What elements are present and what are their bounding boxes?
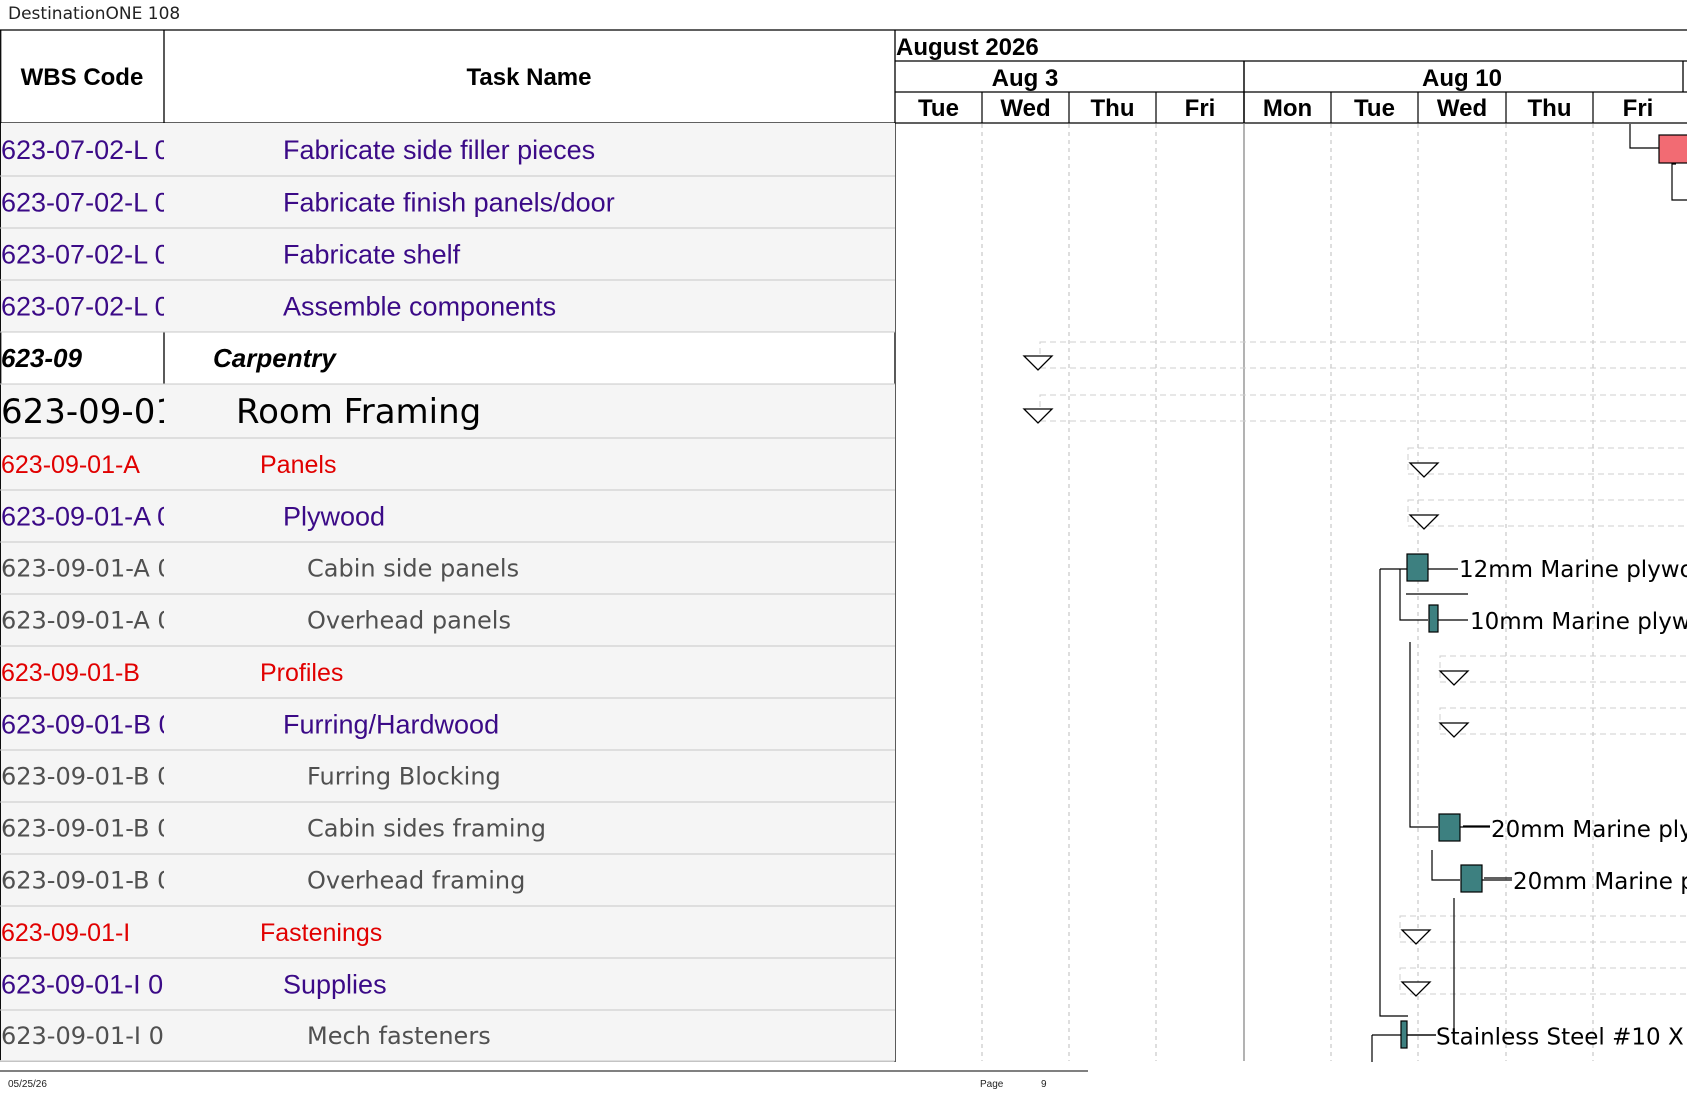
footer-page-number: 9	[1041, 1079, 1047, 1090]
summary-outline	[1439, 707, 1687, 735]
task-bar	[1460, 864, 1483, 893]
wbs-code-cell[interactable]: 623-09-01-A	[1, 451, 140, 479]
task-name-cell[interactable]: Assemble components	[283, 291, 556, 321]
task-name-cell[interactable]: Fabricate finish panels/door	[283, 187, 615, 217]
day-header-6: Wed	[1437, 95, 1487, 122]
summary-outline	[1039, 341, 1687, 369]
dependency-connector	[1671, 163, 1687, 201]
task-name-cell[interactable]: Panels	[260, 451, 336, 479]
footer-date: 05/25/26	[8, 1079, 47, 1090]
task-name-cell[interactable]: Profiles	[260, 659, 343, 687]
task-name-cell[interactable]: Supplies	[283, 969, 387, 999]
task-name-cell[interactable]: Mech fasteners	[307, 1022, 491, 1050]
wbs-code-cell[interactable]: 623-09-01-A 01	[1, 501, 187, 531]
dependency-connector	[1409, 642, 1438, 828]
task-name-cell[interactable]: Furring Blocking	[307, 762, 501, 790]
wbs-code-cell[interactable]: 623-07-02-L 04	[1, 291, 185, 321]
wbs-code-cell[interactable]: 623-07-02-L 03	[1, 239, 185, 269]
task-name-cell[interactable]: Cabin sides framing	[307, 814, 546, 842]
day-headers: Tue Wed Thu Fri Mon Tue Wed Thu Fri	[918, 95, 1653, 122]
header-wbs-code[interactable]: WBS Code	[21, 64, 144, 91]
wbs-code-cell[interactable]: 623-07-02-L 01	[1, 135, 185, 165]
day-header-1: Wed	[1000, 95, 1050, 122]
task-name-cell[interactable]: Fastenings	[260, 919, 382, 947]
summary-triangle-icon	[1438, 722, 1470, 738]
summary-triangle-icon	[1438, 670, 1470, 686]
wbs-code-cell[interactable]: 623-09-01	[1, 392, 177, 432]
day-header-8: Fri	[1623, 95, 1654, 122]
summary-triangle-icon	[1408, 462, 1440, 478]
task-name-cell[interactable]: Carpentry	[213, 343, 337, 373]
summary-outline	[1399, 967, 1687, 995]
header-week-aug-3: Aug 3	[992, 65, 1059, 92]
header-month: August 2026	[896, 34, 1039, 61]
task-name-cell[interactable]: Room Framing	[236, 392, 481, 432]
gantt-chart: 12mm Marine plywood 10mm Marine plywood 20…	[1022, 124, 1687, 1062]
task-bar	[1400, 1020, 1408, 1049]
day-header-7: Thu	[1528, 95, 1572, 122]
summary-outline	[1407, 447, 1687, 475]
day-header-5: Tue	[1354, 95, 1395, 122]
summary-outline	[1399, 915, 1687, 943]
bar-label: 10mm Marine plywood	[1470, 609, 1687, 635]
dependency-connector	[1379, 569, 1408, 1017]
task-name-cell[interactable]: Cabin side panels	[307, 554, 519, 582]
wbs-code-cell[interactable]: 623-09	[1, 343, 82, 373]
summary-triangle-icon	[1022, 355, 1054, 371]
summary-outline	[1407, 499, 1687, 527]
wbs-code-cell[interactable]: 623-09-01-B 01	[1, 709, 189, 739]
task-bar	[1438, 813, 1461, 842]
dependency-connector	[1431, 850, 1460, 881]
summary-triangle-icon	[1408, 514, 1440, 530]
footer-page-label: Page	[980, 1079, 1004, 1090]
summary-triangle-icon	[1022, 408, 1054, 424]
bar-label: 20mm Marine plywood	[1491, 817, 1687, 843]
gantt-table: WBS Code Task Name August 2026 Aug 3 Aug…	[0, 29, 1687, 1072]
task-name-cell[interactable]: Fabricate shelf	[283, 239, 461, 269]
task-bar	[1428, 604, 1439, 633]
summary-outline	[1039, 394, 1687, 422]
day-header-2: Thu	[1091, 95, 1135, 122]
day-header-0: Tue	[918, 95, 959, 122]
header-week-aug-10: Aug 10	[1422, 65, 1502, 92]
task-name-cell[interactable]: Furring/Hardwood	[283, 709, 499, 739]
task-name-cell[interactable]: Overhead panels	[307, 606, 511, 634]
wbs-code-cell[interactable]: 623-09-01-I 01	[1, 969, 178, 999]
bar-label: 12mm Marine plywood	[1459, 557, 1687, 583]
day-header-3: Fri	[1185, 95, 1216, 122]
row-shade	[1, 906, 895, 958]
wbs-code-cell[interactable]: 623-09-01-I	[1, 919, 130, 947]
wbs-code-cell[interactable]: 623-07-02-L 02	[1, 187, 185, 217]
task-name-cell[interactable]: Fabricate side filler pieces	[283, 135, 595, 165]
summary-outline	[1439, 655, 1687, 683]
task-bar	[1658, 134, 1687, 164]
bar-label: 20mm Marine plywood	[1513, 869, 1687, 895]
task-name-cell[interactable]: Plywood	[283, 501, 385, 531]
dependency-connector	[1629, 124, 1660, 149]
task-name-cell[interactable]: Overhead framing	[307, 866, 525, 894]
wbs-code-cell[interactable]: 623-09-01-B	[1, 659, 140, 687]
header-task-name[interactable]: Task Name	[467, 64, 592, 91]
day-header-4: Mon	[1263, 95, 1312, 122]
bar-label: Stainless Steel #10 X 1-1/4	[1436, 1025, 1687, 1051]
task-bar	[1406, 553, 1429, 582]
